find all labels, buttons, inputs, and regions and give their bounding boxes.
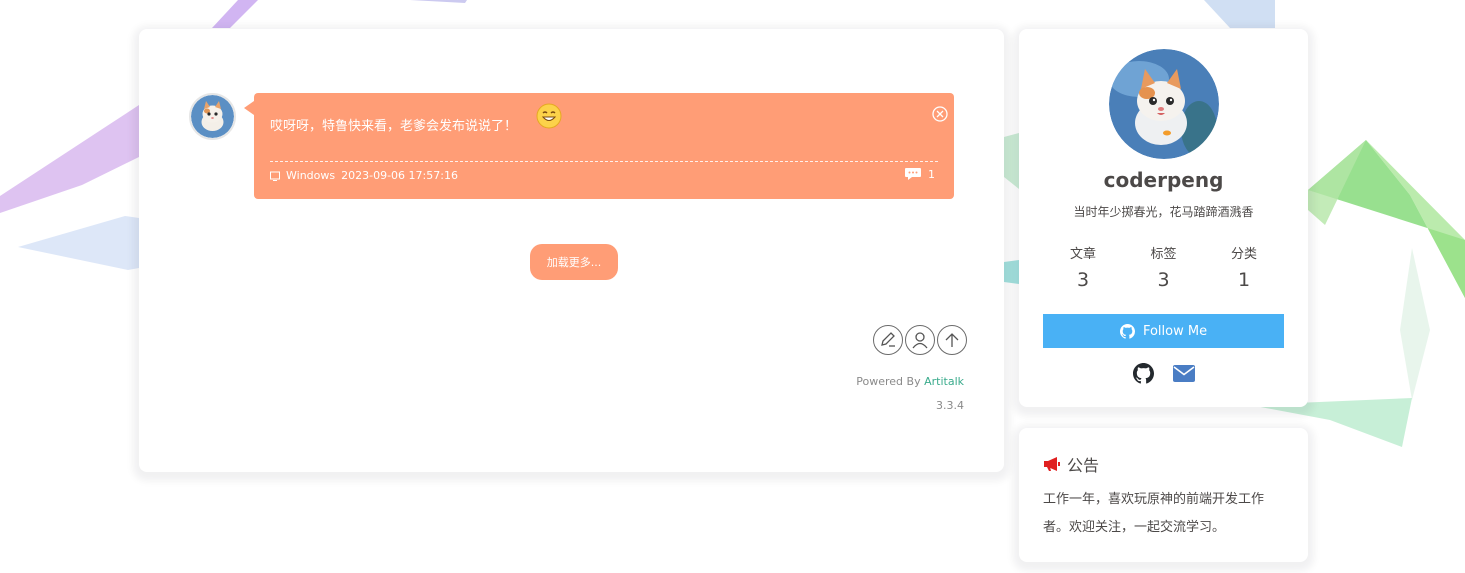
edit-button[interactable] [873, 325, 903, 355]
talk-device: Windows [286, 169, 336, 182]
stat-tags[interactable]: 标签 3 [1124, 243, 1204, 291]
device-icon [270, 171, 280, 181]
cat-avatar-image [1109, 49, 1219, 159]
cat-avatar-image [191, 95, 234, 138]
github-icon [1119, 323, 1135, 339]
user-button[interactable] [905, 325, 935, 355]
edit-icon [881, 332, 895, 347]
profile-avatar[interactable] [1109, 49, 1219, 159]
profile-card: coderpeng 当时年少掷春光，花马踏蹄酒溅香 文章 3 标签 3 分类 1… [1019, 29, 1308, 407]
site-stats: 文章 3 标签 3 分类 1 [1043, 243, 1284, 291]
powered-prefix: Powered By [856, 375, 925, 388]
author-name: coderpeng [1103, 168, 1224, 192]
talk-bubble: 哎呀呀，特鲁快来看，老爹会发布说说了！ Windows 2023-09-06 1… [244, 93, 954, 199]
follow-me-button[interactable]: Follow Me [1043, 314, 1284, 348]
load-more-button[interactable]: 加载更多... [530, 244, 618, 280]
version-label: 3.3.4 [936, 399, 964, 412]
toolbar [873, 325, 967, 355]
stat-categories[interactable]: 分类 1 [1204, 243, 1284, 291]
talk-divider [270, 161, 938, 162]
stat-label: 分类 [1230, 247, 1257, 262]
comment-count: 1 [928, 167, 935, 181]
stat-label: 标签 [1150, 247, 1177, 262]
stat-articles[interactable]: 文章 3 [1043, 243, 1123, 291]
user-icon [912, 332, 928, 349]
github-link[interactable] [1133, 362, 1155, 384]
talk-list-card: 哎呀呀，特鲁快来看，老爹会发布说说了！ Windows 2023-09-06 1… [139, 29, 1004, 472]
comment-icon [905, 168, 921, 180]
social-links [1019, 362, 1308, 384]
email-link[interactable] [1172, 362, 1195, 384]
talk-datetime: 2023-09-06 17:57:16 [341, 169, 458, 182]
megaphone-icon [1044, 457, 1060, 471]
close-circle-icon[interactable] [931, 105, 949, 123]
talk-content: 哎呀呀，特鲁快来看，老爹会发布说说了！ [270, 119, 518, 134]
talk-meta: Windows 2023-09-06 17:57:16 [270, 169, 458, 182]
stat-label: 文章 [1069, 247, 1096, 262]
stat-value: 3 [1157, 269, 1170, 291]
stat-value: 1 [1237, 269, 1251, 291]
follow-label: Follow Me [1142, 323, 1208, 339]
announcement-text: 工作一年，喜欢玩原神的前端开发工作者。欢迎关注，一起交流学习。 [1043, 492, 1265, 535]
arrow-up-icon [945, 333, 959, 347]
announcement-card: 公告 工作一年，喜欢玩原神的前端开发工作者。欢迎关注，一起交流学习。 [1019, 428, 1308, 562]
talk-avatar[interactable] [189, 93, 236, 140]
github-icon [1133, 362, 1154, 383]
stat-value: 3 [1076, 269, 1090, 291]
back-to-top-button[interactable] [937, 325, 967, 355]
powered-by: Powered By Artitalk [856, 375, 964, 388]
author-description: 当时年少掷春光，花马踏蹄酒溅香 [1073, 205, 1254, 219]
smiling-face-emoji-icon [536, 103, 562, 129]
comment-button[interactable]: 1 [904, 166, 935, 182]
email-icon [1172, 364, 1195, 382]
announcement-header: 公告 [1043, 452, 1099, 476]
artitalk-link[interactable]: Artitalk [924, 375, 964, 388]
announcement-title: 公告 [1067, 456, 1100, 475]
